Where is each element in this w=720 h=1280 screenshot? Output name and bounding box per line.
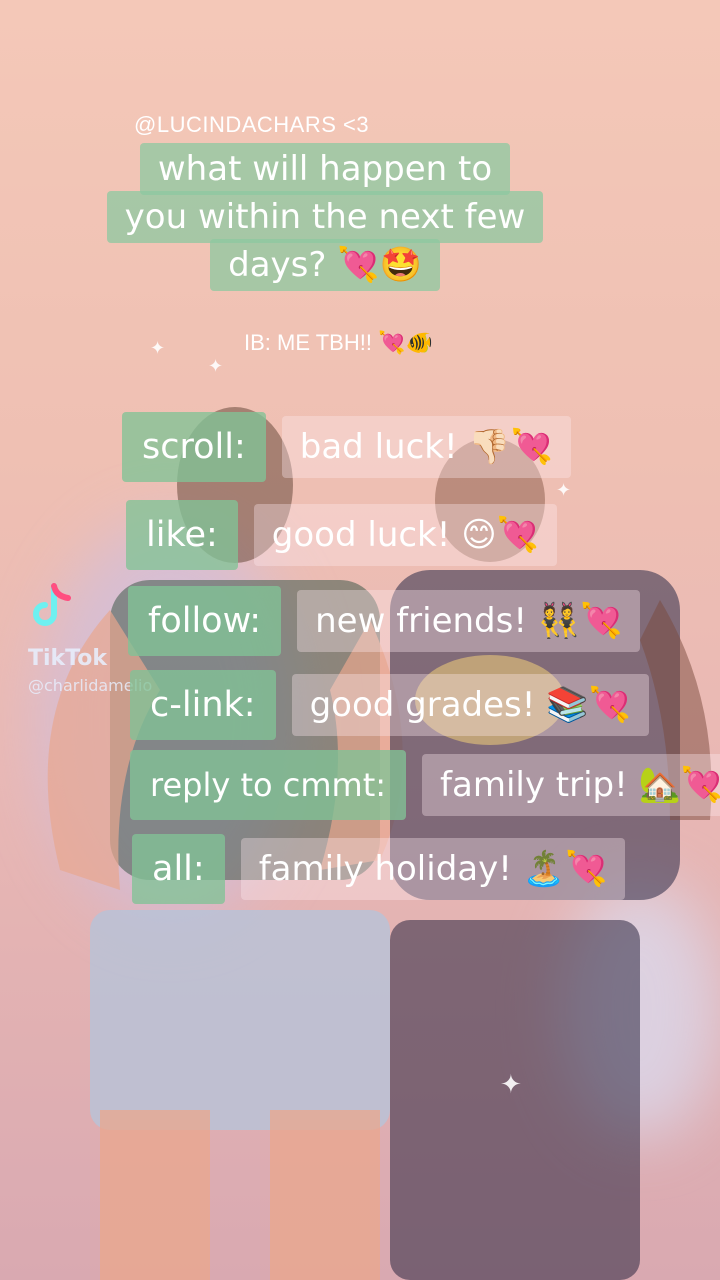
outcome-label: good luck! 😊💘 bbox=[253, 504, 557, 566]
outcome-label: new friends! 👯💘 bbox=[297, 590, 641, 652]
outcome-label: family trip! 🏡💘 bbox=[422, 754, 720, 816]
list-item-reply: reply to cmmt: family trip! 🏡💘 bbox=[130, 750, 720, 820]
title-line: what will happen to bbox=[139, 143, 511, 195]
outcome-label: bad luck! 👎🏻💘 bbox=[281, 416, 572, 478]
title-block: what will happen to you within the next … bbox=[80, 143, 570, 291]
list-item-c-link: c-link: good grades! 📚💘 bbox=[130, 670, 649, 740]
sparkle-icon: ✦ bbox=[150, 338, 166, 359]
outcome-label: family holiday! 🏝️💘 bbox=[240, 838, 626, 900]
sparkle-icon: ✦ bbox=[556, 480, 572, 501]
sparkle-icon: ✦ bbox=[500, 1070, 522, 1100]
outcome-label: good grades! 📚💘 bbox=[291, 674, 649, 736]
list-item-like: like: good luck! 😊💘 bbox=[126, 500, 557, 570]
action-label: all: bbox=[132, 834, 225, 904]
sparkle-icon: ✦ bbox=[208, 356, 224, 377]
creator-credit: @LUCINDACHARS <3 bbox=[134, 112, 370, 137]
action-label: scroll: bbox=[122, 412, 266, 482]
tiktok-logo-icon bbox=[33, 583, 71, 626]
action-label: like: bbox=[126, 500, 238, 570]
action-label: c-link: bbox=[130, 670, 276, 740]
tiktok-watermark-brand: TikTok bbox=[28, 646, 108, 671]
list-item-scroll: scroll: bad luck! 👎🏻💘 bbox=[122, 412, 572, 482]
action-label: reply to cmmt: bbox=[130, 750, 407, 820]
list-item-all: all: family holiday! 🏝️💘 bbox=[132, 834, 626, 904]
subtitle: IB: ME TBH!! 💘🐠 bbox=[244, 330, 433, 355]
list-item-follow: follow: new friends! 👯💘 bbox=[128, 586, 641, 656]
title-line: you within the next few bbox=[106, 191, 544, 243]
title-line: days? 💘🤩 bbox=[210, 239, 440, 291]
action-label: follow: bbox=[128, 586, 282, 656]
